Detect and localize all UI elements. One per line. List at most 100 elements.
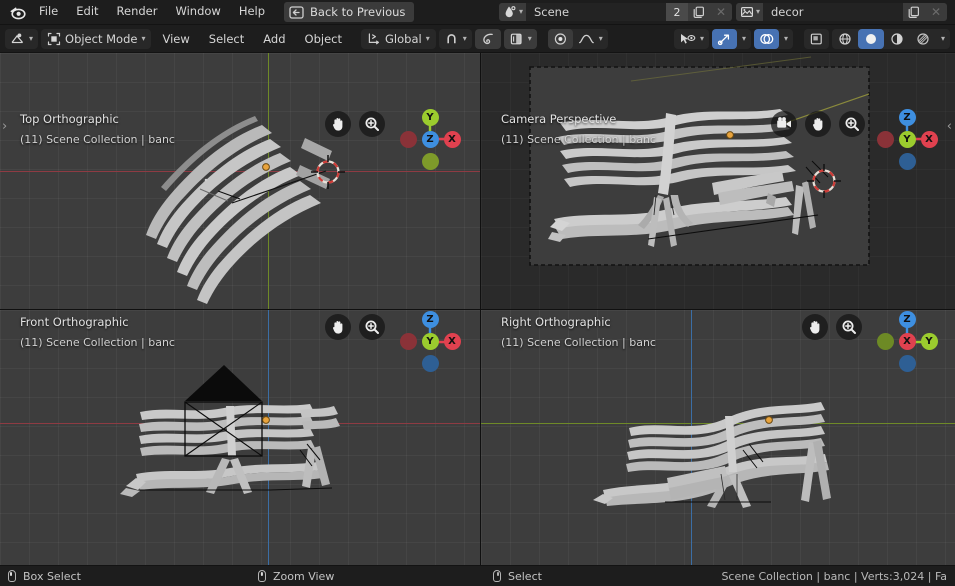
gizmo-axis-x-positive[interactable]: X: [443, 130, 461, 148]
zoom-magnifier-icon[interactable]: [359, 313, 385, 340]
viewport-top-orthographic[interactable]: Top Orthographic (11) Scene Collection |…: [0, 53, 480, 309]
menu-edit[interactable]: Edit: [67, 3, 107, 21]
shading-rendered-icon[interactable]: [910, 29, 936, 49]
view-layer-name-field[interactable]: decor: [763, 3, 903, 21]
gizmo-axis-z-positive[interactable]: Z: [898, 108, 916, 126]
gizmo-dropdown-button[interactable]: ▾: [737, 29, 751, 49]
snap-toggle-button[interactable]: ▾: [439, 29, 472, 49]
shading-solid-icon[interactable]: [857, 28, 884, 49]
gizmo-axis-x-center[interactable]: X: [898, 333, 916, 350]
gizmo-axis-y-negative[interactable]: [876, 333, 894, 350]
scene-selector[interactable]: ▾ Scene 2 ✕: [498, 3, 732, 21]
mouse-right-icon: [493, 570, 501, 582]
status-select[interactable]: Select: [493, 570, 542, 583]
snap-controls[interactable]: ▾: [438, 28, 472, 49]
axis-gizmo-camera[interactable]: Z Y X: [875, 107, 939, 171]
transform-orientation-button[interactable]: Global ▾: [361, 29, 436, 49]
axis-gizmo-right[interactable]: Z X Y: [875, 310, 939, 374]
scene-duplicate-button[interactable]: [687, 3, 710, 21]
proportional-falloff-controls[interactable]: ▾: [503, 28, 537, 49]
viewport-menu-add[interactable]: Add: [255, 29, 293, 49]
eye-selectability-icon[interactable]: ▾: [674, 29, 709, 49]
editor-type-selector[interactable]: ▾: [5, 28, 39, 49]
bench-model-top-view: [146, 116, 332, 304]
shading-wireframe-icon[interactable]: [832, 29, 858, 49]
gizmo-axis-x-positive[interactable]: X: [920, 130, 938, 148]
viewport-menu-view[interactable]: View: [154, 29, 197, 49]
xray-toggle-icon[interactable]: [804, 29, 829, 49]
axis-gizmo-top[interactable]: Y Z X: [398, 107, 462, 171]
object-mode-selector[interactable]: Object Mode ▾: [41, 28, 152, 49]
view-layer-icon[interactable]: ▾: [735, 3, 763, 21]
overlays-controls[interactable]: ▾: [753, 28, 793, 49]
gizmo-axis-z-negative[interactable]: [898, 355, 916, 372]
editor-type-3d-viewport-icon[interactable]: ▾: [5, 29, 38, 49]
shading-mode-group[interactable]: ▾: [831, 28, 950, 49]
camera-icon[interactable]: [771, 111, 797, 137]
object-mode-button[interactable]: Object Mode ▾: [41, 29, 151, 49]
scene-name-field[interactable]: Scene: [525, 3, 666, 21]
menu-window[interactable]: Window: [166, 3, 229, 21]
sidebar-expand-arrow-left-icon[interactable]: ›: [2, 119, 7, 134]
scene-close-button[interactable]: ✕: [709, 3, 732, 21]
view-layer-close-button[interactable]: ✕: [925, 3, 947, 21]
falloff-curve-button[interactable]: ▾: [573, 29, 608, 49]
gizmo-controls[interactable]: ▾: [711, 28, 751, 49]
menu-help[interactable]: Help: [230, 3, 274, 21]
scene-users-count[interactable]: 2: [665, 3, 688, 21]
gizmo-axis-y-center[interactable]: Y: [421, 333, 439, 350]
mouse-left-icon: [8, 570, 16, 582]
hand-pan-icon[interactable]: [805, 111, 831, 137]
viewport-menu-select[interactable]: Select: [201, 29, 252, 49]
gizmo-axis-y-center[interactable]: Y: [898, 130, 916, 148]
gizmo-axis-z-negative[interactable]: [898, 152, 916, 170]
shading-material-preview-icon[interactable]: [884, 29, 910, 49]
back-to-previous-button[interactable]: Back to Previous: [284, 2, 415, 22]
zoom-magnifier-icon[interactable]: [836, 313, 862, 340]
proportional-edit-controls[interactable]: [474, 28, 501, 49]
pivot-and-falloff-group[interactable]: ▾: [547, 28, 608, 49]
pivot-point-button[interactable]: [547, 28, 573, 49]
gizmo-axis-x-negative[interactable]: [399, 130, 417, 148]
scene-icon[interactable]: ▾: [498, 3, 526, 21]
gizmo-axis-x-negative[interactable]: [876, 130, 894, 148]
status-box-select[interactable]: Box Select: [8, 570, 258, 583]
proportional-falloff-button[interactable]: ▾: [503, 28, 537, 49]
zoom-magnifier-icon[interactable]: [839, 111, 865, 137]
gizmo-axis-y-positive[interactable]: Y: [920, 333, 938, 350]
gizmo-axis-x-positive[interactable]: X: [443, 333, 461, 350]
menu-render[interactable]: Render: [108, 3, 167, 21]
gizmo-axis-z-negative[interactable]: [421, 355, 439, 372]
orientation-icon: [367, 32, 381, 46]
xray-toggle[interactable]: [803, 28, 829, 49]
viewport-menu-object[interactable]: Object: [297, 29, 350, 49]
view-layer-selector[interactable]: ▾ decor ✕: [735, 3, 947, 21]
gizmo-toggle-button[interactable]: [711, 28, 737, 49]
gizmo-axis-y-negative[interactable]: [421, 152, 439, 170]
viewport-right-orthographic[interactable]: Right Orthographic (11) Scene Collection…: [481, 309, 955, 565]
shading-dropdown-button[interactable]: ▾: [936, 29, 950, 49]
proportional-edit-toggle[interactable]: [474, 28, 501, 49]
gizmo-axis-z-center[interactable]: Z: [421, 130, 439, 148]
overlays-toggle-button[interactable]: [753, 28, 779, 49]
gizmo-axis-z-positive[interactable]: Z: [898, 311, 916, 328]
sidebar-collapse-arrow-right-icon[interactable]: ‹: [947, 119, 952, 134]
gizmo-axis-y-positive[interactable]: Y: [421, 108, 439, 126]
axis-gizmo-front[interactable]: Z Y X: [398, 310, 462, 374]
hand-pan-icon[interactable]: [325, 313, 351, 340]
viewport-front-orthographic[interactable]: Front Orthographic (11) Scene Collection…: [0, 309, 480, 565]
menu-file[interactable]: File: [30, 3, 67, 21]
hand-pan-icon[interactable]: [802, 313, 828, 340]
visibility-selectability-group[interactable]: ▾: [673, 28, 709, 49]
status-zoom-view[interactable]: Zoom View: [258, 570, 493, 583]
transform-orientation-selector[interactable]: Global ▾: [361, 28, 436, 49]
hand-pan-icon[interactable]: [325, 111, 351, 137]
gizmo-axis-z-positive[interactable]: Z: [421, 311, 439, 328]
viewport-camera-perspective[interactable]: Camera Perspective (11) Scene Collection…: [481, 53, 955, 309]
blender-logo-icon[interactable]: [4, 2, 30, 22]
zoom-magnifier-icon[interactable]: [359, 111, 385, 137]
gizmo-axis-x-negative[interactable]: [399, 333, 417, 350]
view-layer-duplicate-button[interactable]: [903, 3, 925, 21]
overlays-dropdown-button[interactable]: ▾: [779, 29, 793, 49]
object-mode-label: Object Mode: [65, 31, 138, 46]
